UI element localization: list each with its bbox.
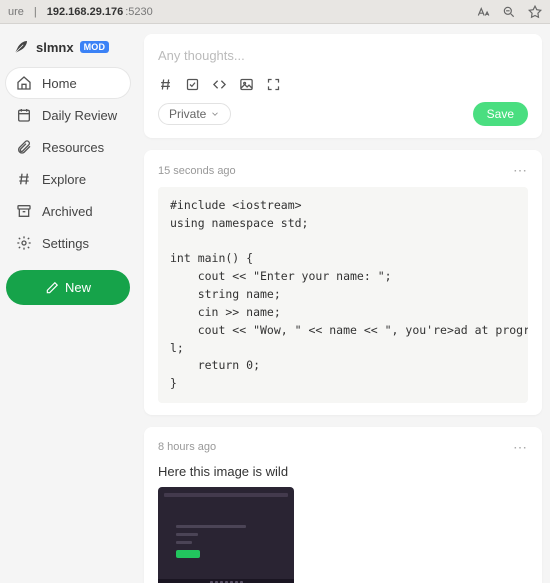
memo-card: 8 hours ago ⋯ Here this image is wild bbox=[144, 427, 542, 583]
memo-card: 15 seconds ago ⋯ #include <iostream> usi… bbox=[144, 150, 542, 415]
chevron-down-icon bbox=[210, 109, 220, 119]
text-size-icon[interactable] bbox=[476, 5, 490, 19]
visibility-selector[interactable]: Private bbox=[158, 103, 231, 125]
browser-address-bar: ure | 192.168.29.176:5230 bbox=[0, 0, 550, 24]
sidebar-label: Daily Review bbox=[42, 108, 117, 123]
gear-icon bbox=[16, 235, 32, 251]
memo-code-block: #include <iostream> using namespace std;… bbox=[158, 187, 528, 403]
username: slmnx bbox=[36, 40, 74, 55]
edit-icon bbox=[45, 281, 59, 295]
url-prefix: ure bbox=[8, 6, 24, 18]
calendar-icon bbox=[16, 107, 32, 123]
sidebar-item-daily[interactable]: Daily Review bbox=[6, 100, 130, 130]
visibility-label: Private bbox=[169, 107, 206, 121]
memo-image-thumbnail[interactable] bbox=[158, 487, 294, 583]
sidebar-item-archived[interactable]: Archived bbox=[6, 196, 130, 226]
hash-icon[interactable] bbox=[158, 77, 173, 92]
sidebar-item-home[interactable]: Home bbox=[6, 68, 130, 98]
composer-toolbar bbox=[158, 77, 528, 102]
composer-input[interactable]: Any thoughts... bbox=[158, 46, 528, 77]
sidebar-label: Explore bbox=[42, 172, 86, 187]
sidebar-label: Settings bbox=[42, 236, 89, 251]
mod-badge: MOD bbox=[80, 41, 110, 53]
image-icon[interactable] bbox=[239, 77, 254, 92]
code-icon[interactable] bbox=[212, 77, 227, 92]
zoom-out-icon[interactable] bbox=[502, 5, 516, 19]
new-button-label: New bbox=[65, 280, 91, 295]
hash-icon bbox=[16, 171, 32, 187]
checkbox-icon[interactable] bbox=[185, 77, 200, 92]
sidebar-item-settings[interactable]: Settings bbox=[6, 228, 130, 258]
memo-timestamp: 15 seconds ago bbox=[158, 165, 236, 177]
sidebar: slmnx MOD Home Daily Review Resources Ex… bbox=[0, 24, 136, 583]
memo-text: Here this image is wild bbox=[158, 464, 528, 479]
memo-menu-icon[interactable]: ⋯ bbox=[513, 162, 528, 179]
user-row[interactable]: slmnx MOD bbox=[6, 34, 130, 66]
sidebar-label: Archived bbox=[42, 204, 93, 219]
sidebar-item-explore[interactable]: Explore bbox=[6, 164, 130, 194]
home-icon bbox=[16, 75, 32, 91]
sidebar-item-resources[interactable]: Resources bbox=[6, 132, 130, 162]
sidebar-label: Home bbox=[42, 76, 77, 91]
composer-card: Any thoughts... Private Save bbox=[144, 34, 542, 138]
main-content: Any thoughts... Private Save 15 seconds … bbox=[136, 24, 550, 583]
logo-icon bbox=[12, 38, 30, 56]
favorite-icon[interactable] bbox=[528, 5, 542, 19]
archive-icon bbox=[16, 203, 32, 219]
memo-timestamp: 8 hours ago bbox=[158, 441, 216, 453]
paperclip-icon bbox=[16, 139, 32, 155]
url[interactable]: 192.168.29.176:5230 bbox=[47, 6, 153, 18]
save-button[interactable]: Save bbox=[473, 102, 528, 126]
expand-icon[interactable] bbox=[266, 77, 281, 92]
memo-menu-icon[interactable]: ⋯ bbox=[513, 439, 528, 456]
new-button[interactable]: New bbox=[6, 270, 130, 305]
sidebar-label: Resources bbox=[42, 140, 104, 155]
